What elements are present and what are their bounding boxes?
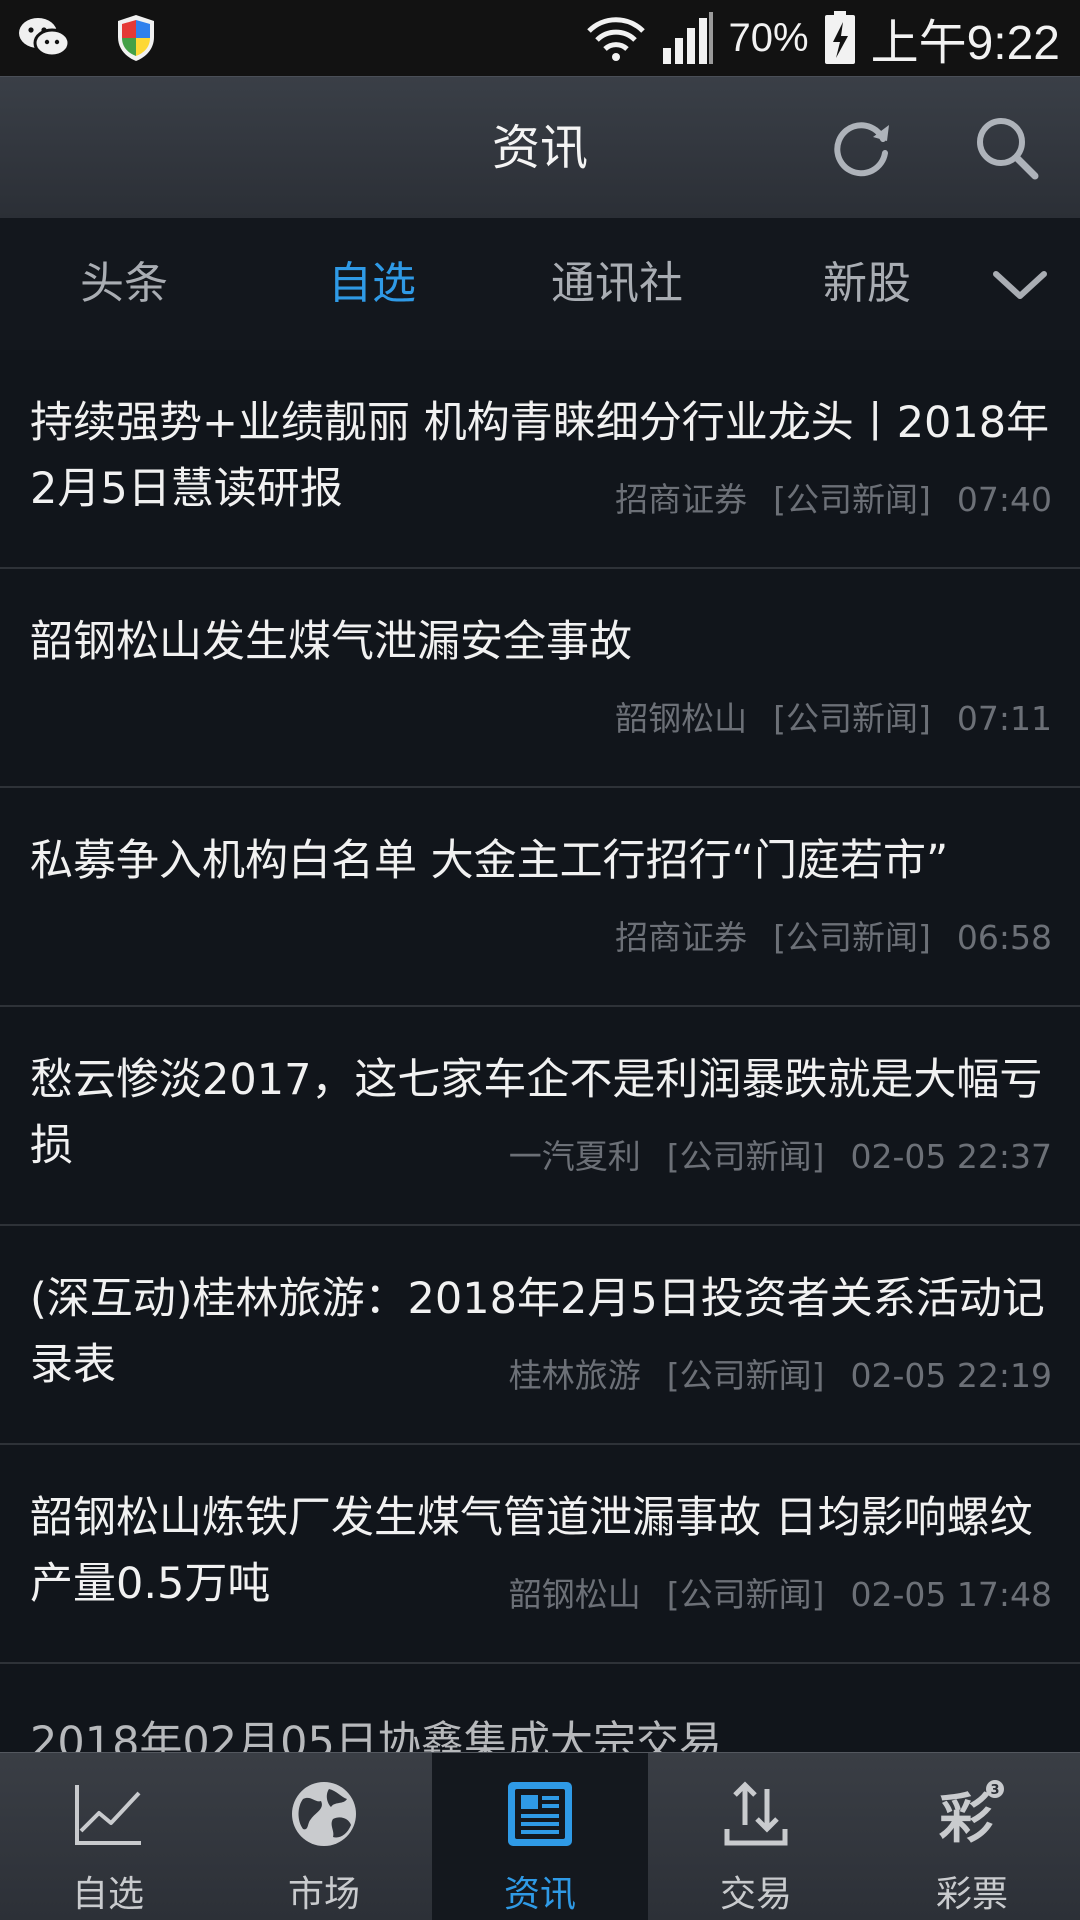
bottom-nav: 自选 市场 资讯 交易 彩 3 彩票 (0, 1752, 1080, 1920)
news-source: 招商证券 (615, 918, 748, 957)
news-meta: 韶钢松山 [公司新闻] 07:11 (605, 692, 1052, 740)
clock: 上午9:22 (870, 17, 1060, 70)
news-source: 韶钢松山 (615, 699, 748, 738)
nav-trade[interactable]: 交易 (648, 1753, 864, 1920)
news-meta: 桂林旅游 [公司新闻] 02-05 22:19 (498, 1349, 1052, 1397)
refresh-icon (834, 122, 889, 177)
nav-news[interactable]: 资讯 (432, 1753, 648, 1920)
wifi-icon (586, 17, 645, 61)
news-item[interactable]: 私募争入机构白名单 大金主工行招行“门庭若市” 招商证券 [公司新闻] 06:58 (0, 788, 1080, 1007)
nav-watchlist[interactable]: 自选 (0, 1753, 216, 1920)
nav-lottery[interactable]: 彩 3 彩票 (864, 1753, 1080, 1920)
news-category: [公司新闻] (666, 1137, 825, 1176)
search-icon (977, 118, 1039, 180)
chevron-down-icon (993, 271, 1047, 299)
shield-icon (118, 15, 154, 61)
line-chart-icon (75, 1785, 141, 1845)
news-item[interactable]: 韶钢松山炼铁厂发生煤气管道泄漏事故 日均影响螺纹产量0.5万吨 韶钢松山 [公司新… (0, 1445, 1080, 1664)
nav-label: 彩票 (935, 1874, 1008, 1915)
news-category: [公司新闻] (773, 480, 931, 519)
trade-arrows-icon (724, 1781, 788, 1846)
tab-bar: 头条 自选 通讯社 新股 (0, 218, 1080, 350)
tab-ipo[interactable]: 新股 (767, 218, 967, 350)
news-meta: 招商证券 [公司新闻] 06:58 (605, 911, 1052, 959)
nav-market[interactable]: 市场 (216, 1753, 432, 1920)
lottery-badge: 3 (990, 1783, 999, 1798)
news-title: 韶钢松山发生煤气泄漏安全事故 (30, 617, 632, 667)
page-title: 资讯 (491, 120, 588, 176)
battery-percent: 70% (728, 15, 809, 60)
news-item[interactable]: 韶钢松山发生煤气泄漏安全事故 韶钢松山 [公司新闻] 07:11 (0, 569, 1080, 788)
news-source: 韶钢松山 (508, 1575, 641, 1614)
news-item[interactable]: (深互动)桂林旅游：2018年2月5日投资者关系活动记录表 桂林旅游 [公司新闻]… (0, 1226, 1080, 1445)
news-icon (508, 1782, 572, 1846)
news-category: [公司新闻] (666, 1356, 825, 1395)
tab-newswire[interactable]: 通讯社 (517, 218, 717, 350)
globe-icon (292, 1782, 356, 1846)
news-category: [公司新闻] (666, 1575, 825, 1614)
svg-text:彩: 彩 (939, 1787, 993, 1849)
title-bar: 资讯 (0, 76, 1080, 218)
news-time: 02-05 22:19 (850, 1356, 1052, 1395)
news-meta: 韶钢松山 [公司新闻] 02-05 17:48 (498, 1568, 1052, 1616)
news-source: 一汽夏利 (508, 1137, 641, 1176)
news-item[interactable]: 愁云惨淡2017，这七家车企不是利润暴跌就是大幅亏损 一汽夏利 [公司新闻] 02-… (0, 1007, 1080, 1226)
lottery-icon: 彩 3 (939, 1780, 1004, 1849)
tab-headlines[interactable]: 头条 (24, 218, 224, 350)
refresh-button[interactable] (827, 113, 897, 183)
news-category: [公司新闻] (773, 699, 931, 738)
battery-charging-icon (824, 11, 855, 64)
signal-icon (662, 12, 713, 64)
news-item[interactable]: 持续强势+业绩靓丽 机构青睐细分行业龙头丨2018年2月5日慧读研报 招商证券[… (0, 350, 1080, 569)
news-time: 02-05 17:48 (850, 1575, 1052, 1614)
news-title: 私募争入机构白名单 大金主工行招行“门庭若市” (30, 836, 949, 886)
news-list: 持续强势+业绩靓丽 机构青睐细分行业龙头丨2018年2月5日慧读研报 招商证券[… (0, 350, 1080, 1664)
news-time: 07:40 (956, 480, 1052, 519)
tab-watchlist[interactable]: 自选 (272, 218, 472, 350)
nav-label: 自选 (71, 1874, 144, 1915)
status-bar: 70% 上午9:22 (0, 0, 1080, 76)
news-meta: 一汽夏利 [公司新闻] 02-05 22:37 (498, 1130, 1052, 1178)
news-time: 07:11 (956, 699, 1052, 738)
news-meta: 招商证券 [公司新闻] 07:40 (605, 473, 1052, 521)
nav-label: 交易 (719, 1874, 792, 1915)
wechat-icon (19, 18, 70, 58)
search-button[interactable] (972, 113, 1042, 183)
news-time: 02-05 22:37 (850, 1137, 1052, 1176)
news-time: 06:58 (956, 918, 1052, 957)
nav-label: 市场 (287, 1874, 360, 1915)
news-source: 桂林旅游 (508, 1356, 641, 1395)
news-category: [公司新闻] (773, 918, 931, 957)
news-source: 招商证券 (615, 480, 748, 519)
tabs-more-button[interactable] (990, 262, 1050, 306)
nav-label: 资讯 (503, 1874, 576, 1915)
